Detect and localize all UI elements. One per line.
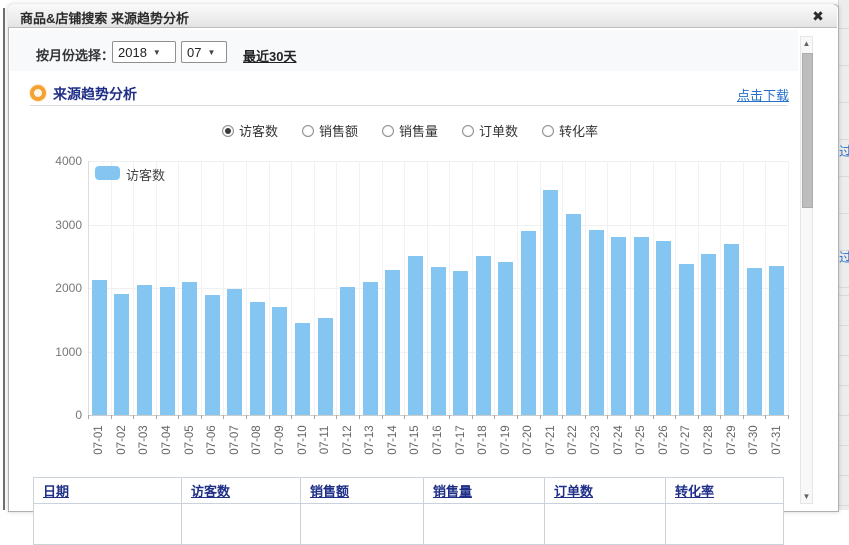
background-grid-line [839, 475, 849, 476]
month-filter-label: 按月份选择： [36, 45, 114, 64]
screen: { "dialog": { "title": "商品&店铺搜索 来源趋势分析",… [0, 0, 849, 510]
background-grid-line [839, 325, 849, 326]
background-grid-line [839, 65, 849, 66]
chevron-down-icon: ▼ [153, 48, 161, 57]
table-header-label[interactable]: 订单数 [554, 484, 593, 499]
background-grid-line [839, 213, 849, 214]
radio-icon[interactable] [542, 125, 554, 137]
table-header-3[interactable]: 销售量 [424, 478, 545, 504]
background-grid-line [839, 445, 849, 446]
dialog-titlebar[interactable]: 商品&店铺搜索 来源趋势分析 ✖ [8, 4, 837, 28]
background-partial-link[interactable]: 过 [839, 247, 849, 263]
legend-swatch[interactable] [95, 166, 120, 180]
daily-metrics-table: 日期 访客数 销售额 销售量 订单数 转化率 [33, 477, 784, 545]
background-grid-line [839, 287, 849, 288]
download-link[interactable]: 点击下载 [737, 85, 789, 104]
section-title: 来源趋势分析 [53, 84, 137, 104]
recent-30-days-link[interactable]: 最近30天 [243, 46, 296, 65]
section-bullet-icon [30, 85, 46, 101]
metric-radio-4[interactable]: 转化率 [542, 121, 598, 140]
background-grid-line [839, 102, 849, 103]
year-select[interactable]: 2018 ▼ [112, 41, 176, 63]
table-header-label[interactable]: 销售额 [310, 484, 349, 499]
background-page-edge [3, 8, 5, 510]
section-divider [30, 105, 787, 106]
background-grid-line [839, 505, 849, 506]
metric-radio-2[interactable]: 销售量 [382, 121, 438, 140]
background-grid-line [839, 28, 849, 29]
trend-analysis-dialog [8, 4, 839, 512]
metric-radio-label: 订单数 [479, 121, 518, 140]
table-header-row: 日期 访客数 销售额 销售量 订单数 转化率 [34, 478, 784, 504]
scrollbar-down-icon[interactable]: ▼ [801, 490, 812, 503]
legend-label[interactable]: 访客数 [126, 165, 165, 184]
metric-radio-label: 转化率 [559, 121, 598, 140]
metric-radio-group: 访客数 销售额 销售量 订单数 转化率 [30, 121, 790, 140]
table-header-label[interactable]: 销售量 [433, 484, 472, 499]
year-select-value: 2018 [118, 45, 147, 60]
metric-radio-label: 销售额 [319, 121, 358, 140]
radio-icon[interactable] [382, 125, 394, 137]
table-header-label[interactable]: 日期 [43, 484, 69, 499]
background-grid-line [839, 139, 849, 140]
table-header-label[interactable]: 访客数 [191, 484, 230, 499]
background-grid-line [839, 176, 849, 177]
background-partial-link[interactable]: 过 [839, 141, 849, 157]
month-select-value: 07 [187, 45, 201, 60]
radio-icon[interactable] [302, 125, 314, 137]
dialog-scrollbar[interactable]: ▲ ▼ [800, 36, 813, 504]
table-header-2[interactable]: 销售额 [301, 478, 424, 504]
metric-radio-label: 访客数 [239, 121, 278, 140]
table-header-5[interactable]: 转化率 [666, 478, 784, 504]
chevron-down-icon: ▼ [207, 48, 215, 57]
table-header-label[interactable]: 转化率 [675, 484, 714, 499]
metric-radio-1[interactable]: 销售额 [302, 121, 358, 140]
table-header-4[interactable]: 订单数 [545, 478, 666, 504]
month-select[interactable]: 07 ▼ [181, 41, 227, 63]
background-grid-line [839, 385, 849, 386]
radio-selected-icon[interactable] [222, 125, 234, 137]
scrollbar-thumb[interactable] [802, 53, 813, 208]
background-grid-line [839, 415, 849, 416]
metric-radio-label: 销售量 [399, 121, 438, 140]
table-header-0[interactable]: 日期 [34, 478, 182, 504]
background-grid-line [839, 355, 849, 356]
table-header-1[interactable]: 访客数 [182, 478, 301, 504]
background-grid-line [839, 295, 849, 296]
metric-radio-3[interactable]: 订单数 [462, 121, 518, 140]
close-icon[interactable]: ✖ [809, 7, 827, 25]
radio-icon[interactable] [462, 125, 474, 137]
scrollbar-up-icon[interactable]: ▲ [801, 37, 812, 50]
dialog-title: 商品&店铺搜索 来源趋势分析 [20, 8, 189, 27]
metric-radio-0[interactable]: 访客数 [222, 121, 278, 140]
